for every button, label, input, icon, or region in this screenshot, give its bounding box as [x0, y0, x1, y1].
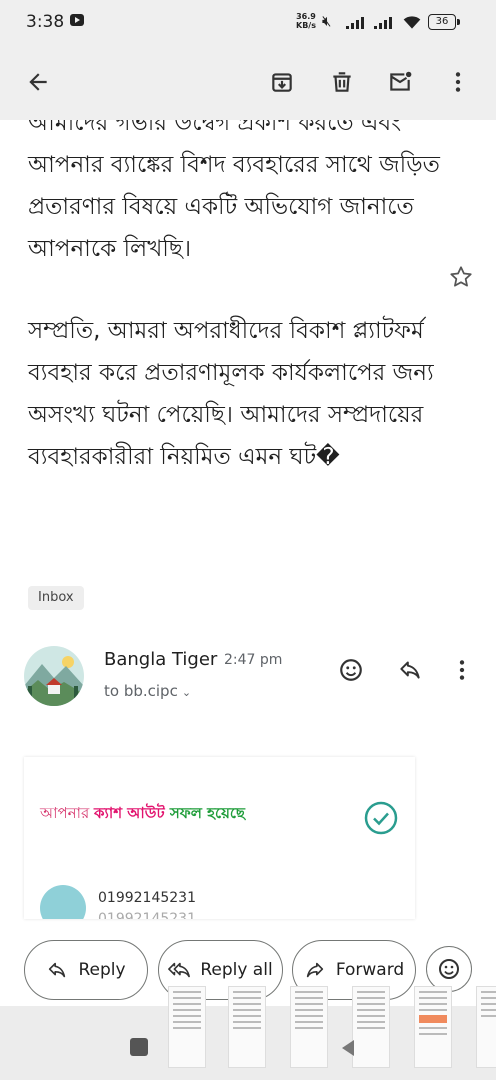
system-nav-bar	[0, 986, 496, 1080]
recent-app-thumbnail[interactable]	[476, 986, 496, 1068]
recent-app-thumbnail[interactable]	[168, 986, 206, 1068]
recent-app-thumbnail[interactable]	[228, 986, 266, 1068]
recipient-text: to bb.cipc	[104, 682, 178, 700]
card-title: আপনার ক্যাশ আউট সফল হয়েছে	[40, 802, 245, 827]
reply-icon	[49, 962, 66, 978]
gmail-email-screen: 3:38 36.9 KB/s 🔇︎ 36 আমাদের গভীর উদ্বেগ …	[0, 0, 496, 1080]
reply-label: Reply	[78, 960, 126, 980]
sent-time: 2:47 pm	[224, 652, 283, 668]
card-title-part1: আপনার	[40, 804, 95, 822]
emoji-reaction-icon[interactable]	[331, 650, 371, 690]
more-vert-icon[interactable]	[438, 62, 478, 102]
network-speed: 36.9 KB/s	[296, 12, 316, 30]
wifi-icon	[403, 16, 421, 29]
reply-all-icon	[168, 962, 191, 978]
card-title-part2: ক্যাশ আউট	[94, 804, 170, 822]
signal-icon-sim2	[374, 15, 398, 29]
battery-icon: 36	[428, 14, 460, 30]
embedded-transaction-card: আপনার ক্যাশ আউট সফল হয়েছে 01992145231 0…	[24, 757, 415, 919]
body-paragraph: সম্প্রতি, আমরা অপরাধীদের বিকাশ প্ল্যাটফর…	[28, 318, 434, 470]
email-body: আমাদের গভীর উদ্বেগ প্রকাশ করতে এবং আপনার…	[28, 120, 448, 518]
inbox-label-chip[interactable]: Inbox	[28, 586, 84, 610]
check-circle-icon	[364, 801, 398, 835]
archive-icon[interactable]	[262, 62, 302, 102]
app-bar	[0, 46, 496, 120]
forward-label: Forward	[335, 960, 405, 980]
status-time: 3:38	[26, 12, 65, 32]
sender-avatar[interactable]	[24, 646, 84, 706]
reply-icon[interactable]	[390, 650, 430, 690]
mute-icon: 🔇︎	[322, 12, 332, 30]
forward-icon	[306, 962, 323, 978]
recent-app-thumbnail[interactable]	[290, 986, 328, 1068]
status-bar: 3:38 36.9 KB/s 🔇︎ 36	[0, 0, 496, 46]
recipient-toggle[interactable]: to bb.cipc ⌄	[104, 682, 191, 700]
youtube-notification-icon	[70, 14, 84, 26]
sender-name[interactable]: Bangla Tiger	[104, 649, 217, 670]
reply-all-label: Reply all	[200, 960, 273, 980]
recents-nav-icon[interactable]	[130, 1038, 148, 1056]
network-speed-unit: KB/s	[296, 21, 316, 30]
star-icon[interactable]	[448, 264, 474, 290]
back-nav-icon[interactable]	[342, 1040, 354, 1056]
card-phone-number: 01992145231	[98, 890, 196, 906]
shop-icon	[40, 885, 86, 919]
body-paragraph: আমাদের গভীর উদ্বেগ প্রকাশ করতে এবং আপনার…	[28, 120, 440, 262]
network-speed-value: 36.9	[296, 12, 316, 21]
chevron-down-icon: ⌄	[181, 686, 192, 699]
card-phone-number-faded: 01992145231	[98, 911, 196, 919]
recent-app-thumbnail[interactable]	[352, 986, 390, 1068]
delete-icon[interactable]	[322, 62, 362, 102]
back-arrow-icon[interactable]	[18, 62, 58, 102]
emoji-icon	[439, 959, 459, 979]
recent-app-thumbnail[interactable]	[414, 986, 452, 1068]
card-title-part3: সফল হয়েছে	[169, 804, 246, 822]
email-body-scroll[interactable]: আমাদের গভীর উদ্বেগ প্রকাশ করতে এবং আপনার…	[0, 120, 496, 936]
mark-unread-icon[interactable]	[380, 62, 420, 102]
message-more-icon[interactable]	[442, 650, 482, 690]
reply-button[interactable]: Reply	[24, 940, 148, 1000]
signal-icon-sim1	[346, 15, 370, 29]
